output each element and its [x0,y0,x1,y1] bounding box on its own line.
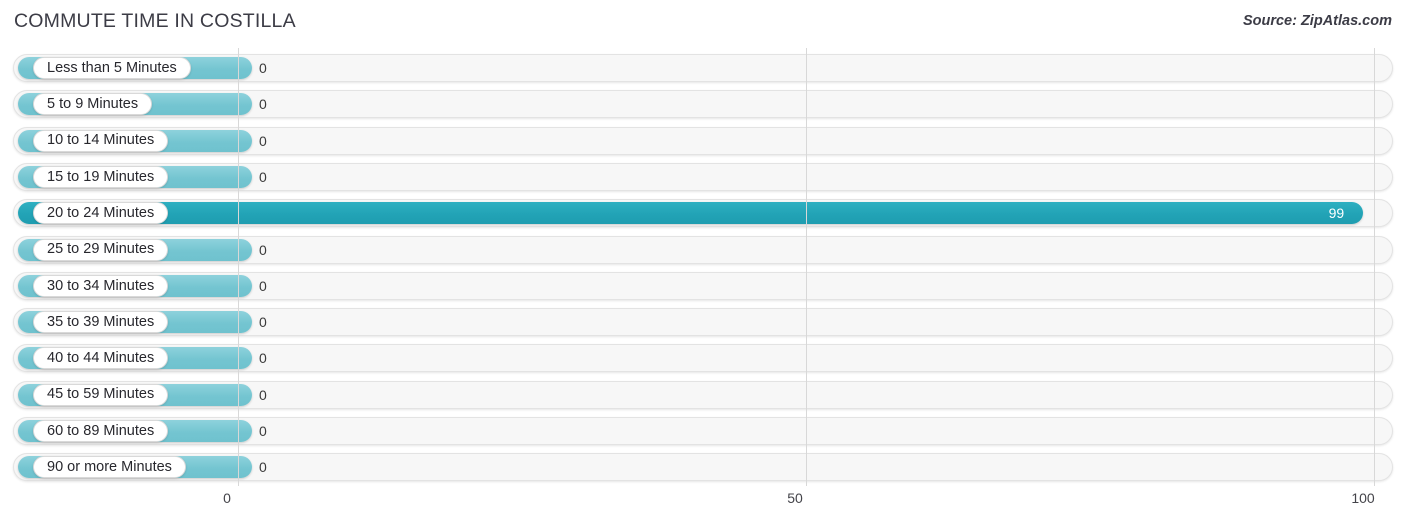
bar-value-label: 0 [259,168,267,185]
table-row[interactable]: 20 to 24 Minutes 99 [0,196,1406,232]
category-label-pill: 10 to 14 Minutes [33,129,169,152]
bar-value-label: 0 [259,96,267,113]
bar-fill[interactable] [18,202,1363,225]
category-label: 35 to 39 Minutes [47,313,155,330]
category-label-pill: Less than 5 Minutes [33,57,191,79]
chart-plot-area: Less than 5 Minutes 0 5 to 9 Minutes 0 10 to… [0,48,1406,488]
table-row[interactable]: 15 to 19 Minutes 0 [0,160,1406,196]
category-label: 60 to 89 Minutes [47,422,155,439]
category-label: 15 to 19 Minutes [47,168,155,185]
category-label-pill: 15 to 19 Minutes [33,165,169,188]
category-label: 25 to 29 Minutes [47,241,155,258]
source-attribution: Source: ZipAtlas.com [1242,13,1392,29]
category-label-pill: 25 to 29 Minutes [33,238,169,261]
category-label: 90 or more Minutes [47,459,172,476]
x-axis-tick-label: 0 [223,490,231,506]
table-row[interactable]: 45 to 59 Minutes 0 [0,378,1406,414]
category-label-pill: 20 to 24 Minutes [33,202,169,225]
bar-value-label: 0 [259,132,267,149]
category-label-pill: 30 to 34 Minutes [33,274,169,297]
category-label: Less than 5 Minutes [47,59,177,76]
category-label-pill: 35 to 39 Minutes [33,311,169,334]
bar-value-label: 99 [1328,205,1345,222]
category-label: 40 to 44 Minutes [47,350,155,367]
table-row[interactable]: 5 to 9 Minutes 0 [0,87,1406,123]
table-row[interactable]: 25 to 29 Minutes 0 [0,233,1406,269]
x-axis-tick-label: 100 [1351,490,1375,506]
category-label-pill: 40 to 44 Minutes [33,347,169,370]
bar-value-label: 0 [259,386,267,403]
category-label-pill: 90 or more Minutes [33,456,186,479]
bar-value-label: 0 [259,277,267,294]
page-title: COMMUTE TIME IN COSTILLA [14,10,296,32]
table-row[interactable]: 90 or more Minutes 0 [0,450,1406,486]
bar-value-label: 0 [259,459,267,476]
category-label: 10 to 14 Minutes [47,132,155,149]
category-label: 20 to 24 Minutes [47,204,155,221]
gridline [238,48,239,486]
gridline [806,48,807,486]
category-label: 30 to 34 Minutes [47,277,155,294]
table-row[interactable]: 60 to 89 Minutes 0 [0,414,1406,450]
category-label: 5 to 9 Minutes [47,96,139,113]
category-label-pill: 45 to 59 Minutes [33,383,169,406]
table-row[interactable]: 35 to 39 Minutes 0 [0,305,1406,341]
bar-value-label: 0 [259,241,267,258]
bar-value-label: 0 [259,314,267,331]
bar-value-label: 0 [259,423,267,439]
category-label-pill: 60 to 89 Minutes [33,420,169,442]
table-row[interactable]: 40 to 44 Minutes 0 [0,341,1406,377]
category-label: 45 to 59 Minutes [47,386,155,403]
chart-header: COMMUTE TIME IN COSTILLA Source: ZipAtla… [0,0,1406,46]
table-row[interactable]: 30 to 34 Minutes 0 [0,269,1406,305]
table-row[interactable]: 10 to 14 Minutes 0 [0,124,1406,160]
table-row[interactable]: Less than 5 Minutes 0 [0,51,1406,87]
bar-value-label: 0 [259,60,267,76]
x-axis-tick-label: 50 [787,490,803,506]
category-label-pill: 5 to 9 Minutes [33,93,153,116]
bar-value-label: 0 [259,350,267,367]
x-axis: 0 50 100 [0,488,1406,524]
gridline [1374,48,1375,486]
